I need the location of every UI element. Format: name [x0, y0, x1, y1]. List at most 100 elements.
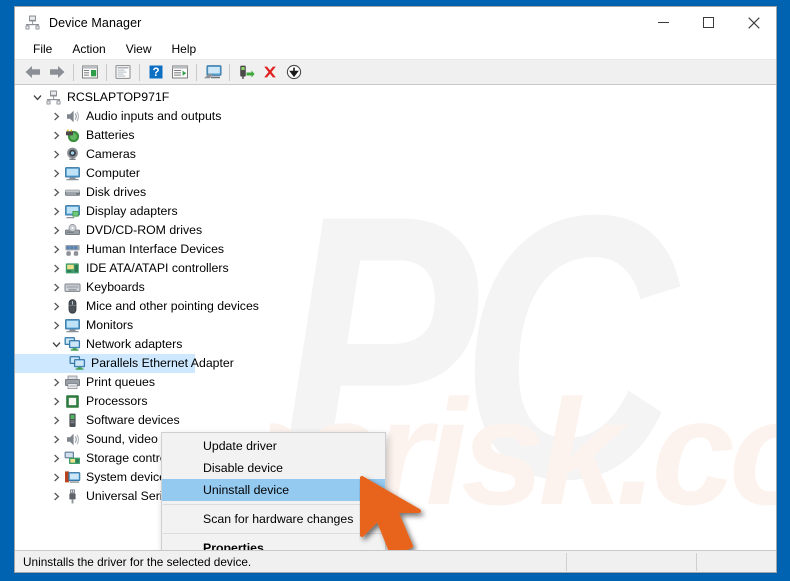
chevron-right-icon[interactable]	[48, 183, 64, 202]
tree-row-network-adapters[interactable]: Network adapters	[15, 335, 776, 354]
tree-row-human-interface-devices[interactable]: Human Interface Devices	[15, 240, 776, 259]
tree-row-processors[interactable]: Processors	[15, 392, 776, 411]
ctx-scan-for-hardware-changes[interactable]: Scan for hardware changes	[162, 508, 385, 530]
enable-device-icon[interactable]	[234, 61, 258, 83]
tree-row-label: Processors	[86, 394, 148, 408]
disable-device-icon[interactable]	[282, 61, 306, 83]
chevron-right-icon[interactable]	[48, 468, 64, 487]
hid-icon	[64, 241, 81, 258]
tree-row-disk-drives[interactable]: Disk drives	[15, 183, 776, 202]
chevron-right-icon[interactable]	[48, 259, 64, 278]
chevron-right-icon[interactable]	[48, 202, 64, 221]
tree-row-batteries[interactable]: Batteries	[15, 126, 776, 145]
close-button[interactable]	[731, 7, 776, 38]
processor-icon	[64, 393, 81, 410]
chevron-right-icon[interactable]	[48, 411, 64, 430]
update-driver-icon[interactable]	[201, 61, 225, 83]
menu-view[interactable]: View	[118, 40, 162, 58]
context-menu: Update driver Disable device Uninstall d…	[161, 432, 386, 550]
chevron-right-icon[interactable]	[48, 240, 64, 259]
window-title: Device Manager	[49, 15, 142, 30]
device-tree-panel[interactable]: PC pcrisk.com	[15, 85, 776, 550]
chevron-down-icon[interactable]	[48, 335, 64, 354]
toolbar-separator	[196, 63, 197, 81]
status-bar-text: Uninstalls the driver for the selected d…	[23, 554, 252, 569]
tree-row-cameras[interactable]: Cameras	[15, 145, 776, 164]
show-hide-action-pane-icon[interactable]	[168, 61, 192, 83]
chevron-right-icon[interactable]	[48, 449, 64, 468]
context-menu-separator	[163, 504, 384, 505]
storage-controller-icon	[64, 450, 81, 467]
chevron-right-icon[interactable]	[48, 164, 64, 183]
desktop-background: Device Manager File Action View Help ? P…	[0, 0, 790, 581]
tree-row-mice-and-other-pointing-devices[interactable]: Mice and other pointing devices	[15, 297, 776, 316]
ctx-update-driver[interactable]: Update driver	[162, 435, 385, 457]
toolbar-separator	[229, 63, 230, 81]
menu-help[interactable]: Help	[164, 40, 207, 58]
chevron-down-icon[interactable]	[29, 88, 45, 107]
tree-row-sound-video-and-game-controllers[interactable]: Sound, video and game controllers	[15, 430, 776, 449]
tree-row-system-devices[interactable]: System devices	[15, 468, 776, 487]
chevron-right-icon[interactable]	[48, 316, 64, 335]
chevron-right-icon[interactable]	[48, 430, 64, 449]
chevron-right-icon[interactable]	[48, 126, 64, 145]
chevron-right-icon[interactable]	[48, 278, 64, 297]
monitor-icon	[64, 317, 81, 334]
tree-row-dvd-cd-rom-drives[interactable]: DVD/CD-ROM drives	[15, 221, 776, 240]
chevron-right-icon[interactable]	[48, 107, 64, 126]
show-hide-console-tree-icon[interactable]	[78, 61, 102, 83]
maximize-button[interactable]	[686, 7, 731, 38]
back-icon[interactable]	[21, 61, 45, 83]
tree-row-label: Keyboards	[86, 280, 145, 294]
help-icon[interactable]: ?	[144, 61, 168, 83]
minimize-button[interactable]	[641, 7, 686, 38]
battery-icon	[64, 127, 81, 144]
tree-row-display-adapters[interactable]: Display adapters	[15, 202, 776, 221]
menu-action[interactable]: Action	[64, 40, 115, 58]
ctx-disable-device[interactable]: Disable device	[162, 457, 385, 479]
ctx-uninstall-device[interactable]: Uninstall device	[162, 479, 385, 501]
chevron-right-icon[interactable]	[48, 392, 64, 411]
status-bar: Uninstalls the driver for the selected d…	[15, 550, 776, 572]
chevron-right-icon[interactable]	[48, 297, 64, 316]
ctx-properties[interactable]: Properties	[162, 537, 385, 550]
tree-row-label: Display adapters	[86, 204, 178, 218]
title-bar[interactable]: Device Manager	[15, 7, 776, 38]
tree-row-label: Batteries	[86, 128, 135, 142]
toolbar-separator	[106, 63, 107, 81]
chevron-right-icon[interactable]	[48, 221, 64, 240]
chevron-right-icon[interactable]	[48, 487, 64, 506]
network-adapter-icon	[64, 336, 81, 353]
tree-row-storage-controllers[interactable]: Storage controllers	[15, 449, 776, 468]
tree-row-print-queues[interactable]: Print queues	[15, 373, 776, 392]
system-device-icon	[64, 469, 81, 486]
tree-row-monitors[interactable]: Monitors	[15, 316, 776, 335]
speaker-icon	[64, 431, 81, 448]
tree-row-parallels-ethernet-adapter[interactable]: Parallels Ethernet Adapter	[15, 354, 234, 373]
tree-row-computer[interactable]: Computer	[15, 164, 776, 183]
tree-row-software-devices[interactable]: Software devices	[15, 411, 776, 430]
chevron-right-icon[interactable]	[48, 373, 64, 392]
tree-row-label: Mice and other pointing devices	[86, 299, 259, 313]
uninstall-device-icon[interactable]	[258, 61, 282, 83]
status-bar-divider	[566, 553, 567, 571]
chevron-right-icon[interactable]	[48, 145, 64, 164]
tree-row-label: Network adapters	[86, 337, 183, 351]
tree-row-label: DVD/CD-ROM drives	[86, 223, 203, 237]
tree-row-universal-serial-bus-controllers[interactable]: Universal Serial Bus controllers	[15, 487, 776, 506]
software-device-icon	[64, 412, 81, 429]
computer-node-icon	[45, 89, 62, 106]
menu-file[interactable]: File	[25, 40, 62, 58]
disk-drive-icon	[64, 184, 81, 201]
tree-row-label: Human Interface Devices	[86, 242, 225, 256]
forward-icon[interactable]	[45, 61, 69, 83]
ide-controller-icon	[64, 260, 81, 277]
tree-row-ide-ata-atapi-controllers[interactable]: IDE ATA/ATAPI controllers	[15, 259, 776, 278]
camera-icon	[64, 146, 81, 163]
status-bar-divider	[696, 553, 697, 571]
tree-row-root[interactable]: RCSLAPTOP971F	[15, 88, 776, 107]
mouse-icon	[64, 298, 81, 315]
tree-row-keyboards[interactable]: Keyboards	[15, 278, 776, 297]
properties-icon[interactable]	[111, 61, 135, 83]
tree-row-audio-inputs-and-outputs[interactable]: Audio inputs and outputs	[15, 107, 776, 126]
